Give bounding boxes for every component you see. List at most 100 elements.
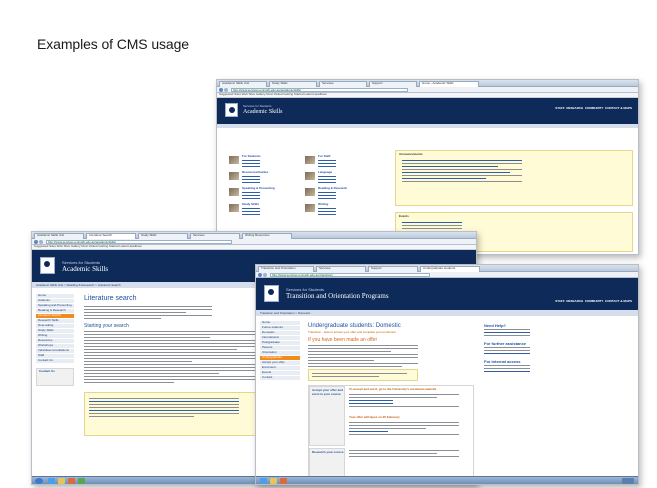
top-nav: STAFF RESEARCH COMMUNITY CONTACT & MAPS: [555, 106, 632, 111]
header-divider: [217, 124, 638, 128]
address-bar: http://www.services.unimelb.edu.au/acade…: [32, 239, 476, 245]
presentation-slide: Examples of CMS usage Academic Skills Un…: [0, 0, 657, 488]
folder-taskbar-icon[interactable]: [270, 478, 277, 484]
academic-skills-home-screenshot: Academic Skills Unit Study Skills Servic…: [216, 79, 639, 255]
top-nav: STAFF RESEARCH COMMUNITY CONTACT & MAPS: [555, 299, 632, 304]
assistance-heading: For further assistance: [484, 341, 527, 346]
section-links: [242, 176, 260, 185]
step-heading: To accept and enrol, go to the Universit…: [349, 387, 437, 391]
section-heading: Starting your search: [84, 323, 129, 329]
section-heading[interactable]: For Staff: [318, 154, 330, 159]
start-button-icon[interactable]: [35, 478, 43, 484]
top-nav-item[interactable]: STAFF: [555, 299, 564, 303]
section-heading[interactable]: For Students: [242, 154, 261, 159]
university-crest-icon: [225, 103, 238, 117]
note-box: [84, 392, 264, 436]
university-crest-icon: [40, 257, 55, 274]
section-image: [229, 172, 239, 180]
help-lines: [484, 329, 530, 338]
top-nav-item[interactable]: RESEARCH: [566, 299, 583, 303]
section-heading[interactable]: Reading & Research: [318, 186, 347, 191]
url-field[interactable]: http://www.services.unimelb.edu.au/acade…: [46, 240, 233, 244]
left-navigation: Home Future students Domestic Internatio…: [260, 321, 300, 381]
clock-icon: [622, 478, 634, 484]
ie-taskbar-icon[interactable]: [48, 478, 55, 484]
url-field[interactable]: http://www.services.unimelb.edu.au/trans…: [270, 273, 431, 277]
breadcrumb: Transition and Orientation > Domestic: [256, 310, 638, 316]
step-subheading: Your offer will lapse on 25 February: [349, 415, 400, 419]
announcements-panel: Announcements: [395, 150, 633, 206]
internal-lines: [484, 365, 530, 374]
section-links: [318, 160, 336, 169]
section-links: [242, 160, 260, 169]
university-crest-icon: [264, 285, 279, 302]
step-label-cell: Accept your offer and enrol in your cour…: [309, 386, 345, 446]
header-title: Academic Skills: [62, 265, 109, 273]
back-icon[interactable]: [258, 273, 262, 277]
folder-taskbar-icon[interactable]: [58, 478, 65, 484]
windows-taskbar: [256, 476, 638, 484]
top-nav-item[interactable]: STAFF: [555, 106, 564, 110]
top-nav-item[interactable]: COMMUNITY: [585, 299, 604, 303]
url-field[interactable]: http://www.services.unimelb.edu.au/acade…: [231, 88, 408, 92]
left-navigation: Home Students Speaking and Presenting Re…: [36, 294, 74, 364]
section-image: [305, 204, 315, 212]
top-nav-item[interactable]: COMMUNITY: [585, 106, 604, 110]
page-subheading: Transition - How to accept your offer an…: [308, 330, 396, 334]
header-title: Academic Skills: [243, 109, 283, 115]
section-image: [229, 156, 239, 164]
step-label: Accept your offer and enrol in your cour…: [312, 388, 344, 396]
slide-title: Examples of CMS usage: [37, 36, 189, 52]
offer-paragraph: [308, 345, 418, 369]
section-heading[interactable]: Writing: [318, 202, 328, 207]
announcement-lines: [402, 160, 522, 184]
section-heading[interactable]: Resources/Guides: [242, 170, 268, 175]
section-links: [242, 208, 260, 217]
step-lines: [349, 394, 459, 409]
step-lines: [349, 422, 459, 437]
section-heading[interactable]: Study Skills: [242, 202, 259, 207]
steps-table: Accept your offer and enrol in your cour…: [308, 385, 474, 484]
top-nav-item[interactable]: CONTACT & MAPS: [605, 299, 632, 303]
ie-taskbar-icon[interactable]: [260, 478, 267, 484]
section-image: [305, 188, 315, 196]
section-heading[interactable]: Language: [318, 170, 332, 175]
nav-item[interactable]: Contact: [260, 376, 300, 381]
browser-tab-bar: Transition and Orientation Services Supp…: [256, 265, 638, 272]
browser-tab-bar: Academic Skills Unit Study Skills Servic…: [217, 80, 638, 87]
header-title: Transition and Orientation Programs: [286, 292, 389, 300]
app-taskbar-icon[interactable]: [68, 478, 75, 484]
back-icon[interactable]: [219, 88, 223, 92]
app-taskbar-icon[interactable]: [280, 478, 287, 484]
section-image: [305, 156, 315, 164]
events-heading: Events: [399, 214, 409, 218]
page-heading: Literature search: [84, 295, 137, 302]
contact-heading: Contact Us: [39, 369, 55, 373]
forward-icon[interactable]: [39, 240, 43, 244]
tip-box: [308, 369, 418, 381]
step-lines: [349, 450, 459, 459]
offer-heading: If you have been made an offer: [308, 337, 378, 343]
site-header: Services for Students Academic Skills ST…: [217, 98, 638, 124]
forward-icon[interactable]: [224, 88, 228, 92]
breadcrumb-text[interactable]: Academic Skills Unit > Reading & Researc…: [36, 283, 121, 287]
step-label: Research your course: [312, 450, 344, 454]
app-taskbar-icon[interactable]: [78, 478, 85, 484]
section-links: [242, 192, 260, 201]
contact-box: Contact Us: [36, 368, 74, 386]
top-nav-item[interactable]: CONTACT & MAPS: [605, 106, 632, 110]
intro-paragraph: [84, 306, 212, 321]
site-header: Services for Students Transition and Ori…: [256, 278, 638, 310]
event-lines: [402, 222, 462, 231]
forward-icon[interactable]: [263, 273, 267, 277]
breadcrumb-text[interactable]: Transition and Orientation > Domestic: [260, 311, 310, 315]
section-heading[interactable]: Speaking & Presenting: [242, 186, 275, 191]
back-icon[interactable]: [34, 240, 38, 244]
section-image: [229, 188, 239, 196]
tip-lines: [312, 373, 407, 379]
top-nav-item[interactable]: RESEARCH: [566, 106, 583, 110]
announcements-heading: Announcements: [399, 152, 423, 156]
note-lines: [89, 398, 239, 419]
address-bar: http://www.services.unimelb.edu.au/acade…: [217, 87, 638, 93]
nav-item[interactable]: Contact Us: [36, 359, 74, 364]
